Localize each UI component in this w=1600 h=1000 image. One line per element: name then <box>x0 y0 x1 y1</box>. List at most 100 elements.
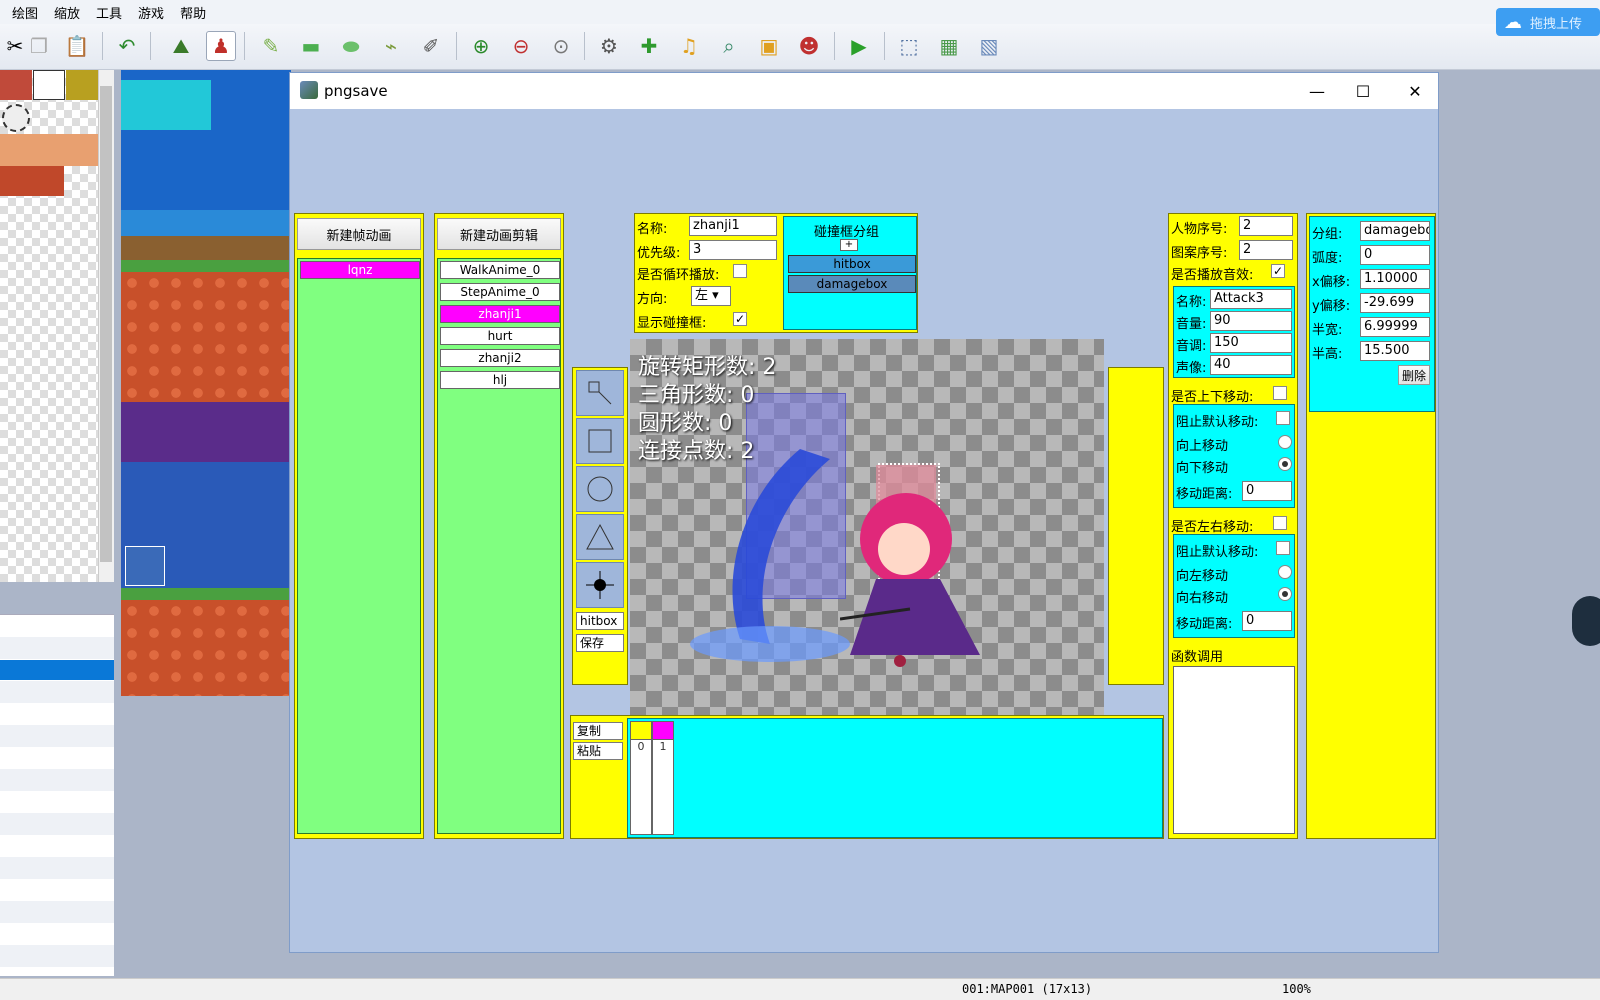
frame-anim-list[interactable]: lqnz <box>297 258 421 834</box>
vmove-block-checkbox[interactable] <box>1276 411 1290 425</box>
maximize-button[interactable]: ☐ <box>1340 73 1386 109</box>
copy-icon[interactable]: ❐ <box>24 31 54 61</box>
clip-item-hurt[interactable]: hurt <box>440 327 560 345</box>
hitbox-group-item[interactable]: hitbox <box>788 255 916 273</box>
move-right-radio[interactable] <box>1278 587 1292 601</box>
damagebox-group-item[interactable]: damagebox <box>788 275 916 293</box>
shape-w-label: 半宽: <box>1312 323 1343 338</box>
minimize-button[interactable]: — <box>1294 73 1340 109</box>
map-mode-icon[interactable]: ⛰ <box>166 31 196 61</box>
priority-input[interactable]: 3 <box>689 240 777 260</box>
move-left-radio[interactable] <box>1278 565 1292 579</box>
shadow-pen-icon[interactable]: ✐ <box>416 31 446 61</box>
floating-scroll-widget[interactable] <box>1572 596 1600 646</box>
package-icon[interactable]: ⬚ <box>894 31 924 61</box>
volume-input[interactable]: 90 <box>1210 311 1292 331</box>
plugin-icon[interactable]: ✚ <box>634 31 664 61</box>
clip-item-hlj[interactable]: hlj <box>440 371 560 389</box>
close-button[interactable]: ✕ <box>1392 73 1438 109</box>
hmove-checkbox[interactable] <box>1273 516 1287 530</box>
clip-item-zhanji1[interactable]: zhanji1 <box>440 305 560 323</box>
shape-group-input[interactable]: damagebox <box>1360 221 1430 241</box>
play-sound-checkbox[interactable]: ✓ <box>1271 264 1285 278</box>
shape-h-input[interactable]: 15.500 <box>1360 341 1430 361</box>
sound-icon[interactable]: ♫ <box>674 31 704 61</box>
select-tool-icon[interactable] <box>576 370 624 416</box>
new-anim-clip-button[interactable]: 新建动画剪辑 <box>437 218 561 250</box>
direction-value: 左 <box>695 288 709 303</box>
frame-cell[interactable]: 0 <box>630 721 652 835</box>
loop-checkbox[interactable] <box>733 264 747 278</box>
shape-angle-input[interactable]: 0 <box>1360 245 1430 265</box>
vmove-checkbox[interactable] <box>1273 386 1287 400</box>
menu-draw[interactable]: 绘图 <box>8 3 42 22</box>
export-icon[interactable]: ▧ <box>974 31 1004 61</box>
menu-zoom[interactable]: 缩放 <box>50 3 84 22</box>
play-icon[interactable]: ▶ <box>844 31 874 61</box>
copy-frame-button[interactable]: 复制 <box>573 722 623 740</box>
current-shape-group[interactable]: hitbox <box>576 612 624 630</box>
map-canvas[interactable] <box>121 70 291 696</box>
move-down-radio[interactable] <box>1278 457 1292 471</box>
menu-help[interactable]: 帮助 <box>176 3 210 22</box>
pitch-input[interactable]: 150 <box>1210 333 1292 353</box>
event-mode-icon[interactable]: ♟ <box>206 31 236 61</box>
frame-number: 0 <box>637 740 645 753</box>
anim-clip-list[interactable]: WalkAnime_0 StepAnime_0 zhanji1 hurt zha… <box>437 258 561 834</box>
sprite-canvas[interactable]: 旋转矩形数: 2 三角形数: 0 圆形数: 0 连接点数: 2 <box>630 339 1104 727</box>
direction-select[interactable]: 左 ▾ <box>691 286 731 306</box>
shape-w-input[interactable]: 6.99999 <box>1360 317 1430 337</box>
pan-input[interactable]: 40 <box>1210 355 1292 375</box>
rectangle-icon[interactable]: ▬ <box>296 31 326 61</box>
paste-frame-button[interactable]: 粘贴 <box>573 742 623 760</box>
circle-tool-icon[interactable] <box>576 466 624 512</box>
tileset-palette[interactable] <box>0 70 98 582</box>
sound-name-input[interactable]: Attack3 <box>1210 289 1292 309</box>
resource-search-icon[interactable]: ⌕ <box>714 31 744 61</box>
character-icon[interactable]: ☻ <box>794 31 824 61</box>
frame-anim-item[interactable]: lqnz <box>300 261 420 279</box>
undo-icon[interactable]: ↶ <box>112 31 142 61</box>
zoom-out-icon[interactable]: ⊖ <box>506 31 536 61</box>
clip-name-input[interactable]: zhanji1 <box>689 216 777 236</box>
sound-settings-box: 名称: Attack3 音量: 90 音调: 150 声像: 40 <box>1173 286 1295 378</box>
ellipse-icon[interactable]: ⬬ <box>336 31 366 61</box>
menu-tools[interactable]: 工具 <box>92 3 126 22</box>
function-call-textarea[interactable] <box>1173 666 1295 834</box>
frame-cell[interactable]: 1 <box>652 721 674 835</box>
add-hitbox-group-button[interactable]: + <box>840 239 858 251</box>
pattern-index-input[interactable]: 2 <box>1239 240 1293 260</box>
vmove-dist-input[interactable]: 0 <box>1242 481 1292 501</box>
pencil-icon[interactable]: ✎ <box>256 31 286 61</box>
triangle-tool-icon[interactable] <box>576 514 624 560</box>
move-up-radio[interactable] <box>1278 435 1292 449</box>
clip-item-walk[interactable]: WalkAnime_0 <box>440 261 560 279</box>
gear-icon[interactable]: ⚙ <box>594 31 624 61</box>
frame-track[interactable]: 0 1 <box>627 718 1163 838</box>
shape-y-input[interactable]: -29.699 <box>1360 293 1430 313</box>
palette-scroll-thumb[interactable] <box>100 86 112 562</box>
cloud-upload-button[interactable]: ☁ 拖拽上传 <box>1496 8 1600 36</box>
delete-shape-button[interactable]: 删除 <box>1398 365 1430 385</box>
clip-item-step[interactable]: StepAnime_0 <box>440 283 560 301</box>
hmove-block-checkbox[interactable] <box>1276 541 1290 555</box>
menu-game[interactable]: 游戏 <box>134 3 168 22</box>
joint-tool-icon[interactable] <box>576 562 624 608</box>
folder-icon[interactable]: ▣ <box>754 31 784 61</box>
deploy-icon[interactable]: ▦ <box>934 31 964 61</box>
event-sprite[interactable] <box>125 546 165 586</box>
map-tree-selected-item[interactable] <box>0 660 114 680</box>
window-titlebar[interactable]: pngsave — ☐ ✕ <box>290 73 1438 109</box>
fill-icon[interactable]: ⌁ <box>376 31 406 61</box>
paste-icon[interactable]: 📋 <box>62 31 92 61</box>
shape-x-input[interactable]: 1.10000 <box>1360 269 1430 289</box>
rectangle-tool-icon[interactable] <box>576 418 624 464</box>
hmove-dist-input[interactable]: 0 <box>1242 611 1292 631</box>
clip-item-zhanji2[interactable]: zhanji2 <box>440 349 560 367</box>
show-hitbox-checkbox[interactable]: ✓ <box>733 312 747 326</box>
char-index-input[interactable]: 2 <box>1239 216 1293 236</box>
zoom-reset-icon[interactable]: ⊙ <box>546 31 576 61</box>
zoom-in-icon[interactable]: ⊕ <box>466 31 496 61</box>
save-shape-button[interactable]: 保存 <box>576 634 624 652</box>
new-frame-anim-button[interactable]: 新建帧动画 <box>297 218 421 250</box>
